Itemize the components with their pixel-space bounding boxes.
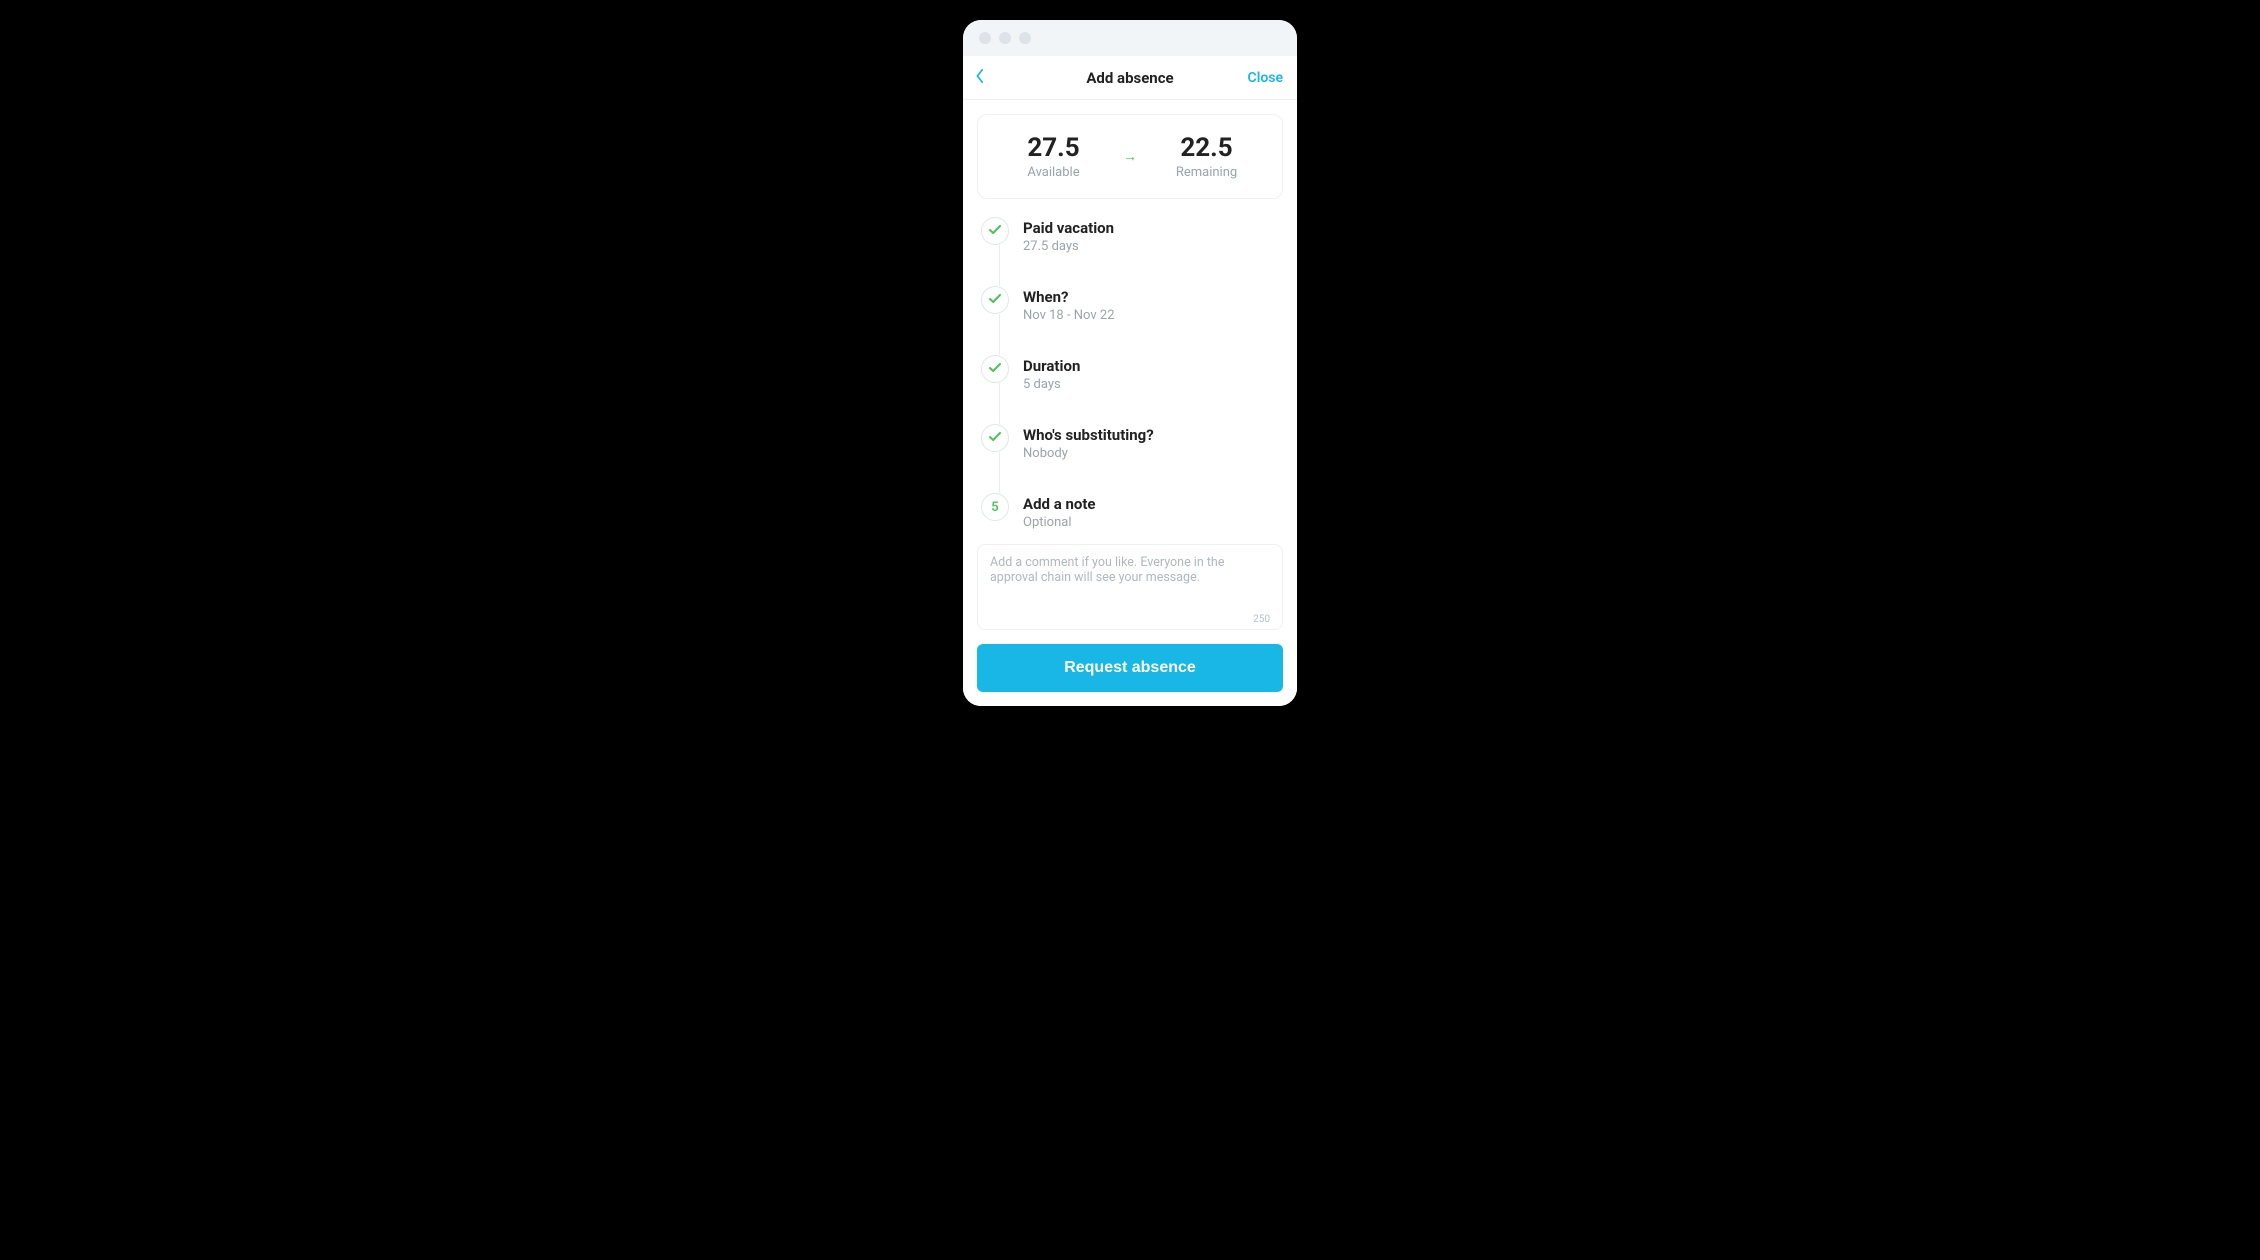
step-subtitle: Optional — [1023, 515, 1096, 530]
note-input[interactable] — [990, 555, 1270, 612]
step-status-icon — [981, 286, 1009, 314]
balance-available: 27.5 Available — [988, 133, 1119, 180]
step-note[interactable]: 5 Add a note Optional — [981, 493, 1283, 544]
step-number-icon: 5 — [981, 493, 1009, 521]
step-when[interactable]: When? Nov 18 - Nov 22 — [981, 286, 1283, 355]
balance-card: 27.5 Available → 22.5 Remaining — [977, 114, 1283, 199]
note-box: 250 — [977, 544, 1283, 630]
step-title: Add a note — [1023, 495, 1096, 513]
step-status-icon — [981, 355, 1009, 383]
step-title: Paid vacation — [1023, 219, 1114, 237]
step-title: Who's substituting? — [1023, 426, 1154, 444]
balance-remaining-value: 22.5 — [1141, 133, 1272, 163]
char-counter: 250 — [990, 612, 1270, 625]
step-subtitle: Nobody — [1023, 446, 1154, 461]
balance-available-value: 27.5 — [988, 133, 1119, 163]
check-icon — [989, 431, 1001, 446]
balance-remaining-label: Remaining — [1141, 165, 1272, 180]
balance-available-label: Available — [988, 165, 1119, 180]
step-absence-type[interactable]: Paid vacation 27.5 days — [981, 217, 1283, 286]
step-subtitle: 5 days — [1023, 377, 1080, 392]
page-title: Add absence — [1086, 69, 1173, 87]
step-status-icon — [981, 217, 1009, 245]
request-absence-button[interactable]: Request absence — [977, 644, 1283, 692]
step-duration[interactable]: Duration 5 days — [981, 355, 1283, 424]
back-button[interactable] — [975, 56, 985, 99]
step-subtitle: Nov 18 - Nov 22 — [1023, 308, 1115, 323]
chevron-left-icon — [975, 68, 985, 87]
step-title: Duration — [1023, 357, 1080, 375]
steps-list: Paid vacation 27.5 days When? Nov 18 - N… — [977, 217, 1283, 544]
header-bar: Add absence Close — [963, 56, 1297, 100]
content-area: 27.5 Available → 22.5 Remaining Paid vac… — [963, 100, 1297, 630]
close-button[interactable]: Close — [1248, 56, 1283, 99]
check-icon — [989, 293, 1001, 308]
arrow-right-icon: → — [1119, 148, 1141, 165]
step-title: When? — [1023, 288, 1115, 306]
check-icon — [989, 224, 1001, 239]
step-substitute[interactable]: Who's substituting? Nobody — [981, 424, 1283, 493]
footer: Request absence — [963, 630, 1297, 706]
window-controls — [963, 20, 1297, 56]
screen: Add absence Close 27.5 Available → 22.5 … — [963, 56, 1297, 706]
app-window: Add absence Close 27.5 Available → 22.5 … — [963, 20, 1297, 706]
check-icon — [989, 362, 1001, 377]
balance-remaining: 22.5 Remaining — [1141, 133, 1272, 180]
window-dot-close-icon[interactable] — [979, 32, 991, 44]
step-subtitle: 27.5 days — [1023, 239, 1114, 254]
window-dot-minimize-icon[interactable] — [999, 32, 1011, 44]
step-status-icon — [981, 424, 1009, 452]
window-dot-zoom-icon[interactable] — [1019, 32, 1031, 44]
